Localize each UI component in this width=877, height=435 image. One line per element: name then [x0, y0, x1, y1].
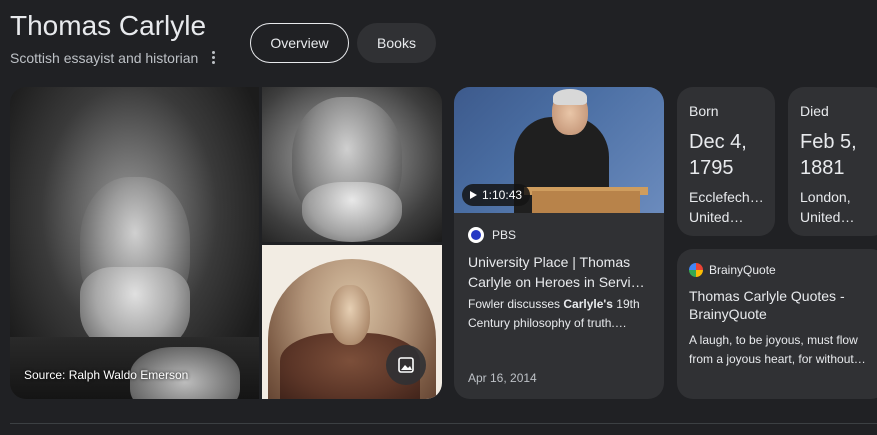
- page-title: Thomas Carlyle: [10, 10, 207, 41]
- born-place-line2: United…: [689, 209, 744, 225]
- born-date: Dec 4, 1795: [689, 131, 747, 179]
- video-duration-badge: 1:10:43: [462, 184, 531, 206]
- video-thumbnail[interactable]: 1:10:43: [454, 87, 664, 213]
- video-source-row: PBS: [468, 227, 516, 243]
- died-date: Feb 5, 1881: [800, 131, 857, 179]
- image-icon: [398, 357, 414, 373]
- video-title[interactable]: University Place | Thomas Carlyle on Her…: [468, 252, 653, 292]
- died-label: Died: [800, 103, 829, 119]
- quote-title[interactable]: Thomas Carlyle Quotes - BrainyQuote: [689, 287, 874, 323]
- tab-overview[interactable]: Overview: [250, 23, 349, 63]
- sepia-face: [330, 285, 370, 345]
- snippet-text-pre: Fowler discusses: [468, 297, 564, 311]
- closeup-beard: [302, 182, 402, 242]
- born-place-line1: Ecclefech…: [689, 189, 764, 205]
- video-card[interactable]: 1:10:43 PBS University Place | Thomas Ca…: [454, 87, 664, 399]
- play-icon: [470, 191, 477, 199]
- video-date: Apr 16, 2014: [468, 371, 537, 385]
- thumbnail-podium: [532, 191, 640, 213]
- quote-source-name: BrainyQuote: [709, 263, 776, 277]
- image-source-caption: Source: Ralph Waldo Emerson: [24, 368, 189, 382]
- section-divider: [10, 423, 877, 424]
- died-place-line1: London,: [800, 189, 851, 205]
- quote-source-row: BrainyQuote: [689, 263, 776, 277]
- born-label: Born: [689, 103, 719, 119]
- pbs-logo-icon: [468, 227, 484, 243]
- snippet-highlight: Carlyle's: [563, 297, 613, 311]
- more-options-icon[interactable]: [206, 48, 220, 66]
- born-card[interactable]: Born Dec 4, 1795 Ecclefech… United…: [677, 87, 775, 236]
- video-duration: 1:10:43: [482, 188, 523, 202]
- main-portrait-image[interactable]: Source: Ralph Waldo Emerson: [10, 87, 259, 399]
- brainyquote-logo-icon: [689, 263, 703, 277]
- quote-card[interactable]: BrainyQuote Thomas Carlyle Quotes - Brai…: [677, 249, 877, 399]
- tab-books[interactable]: Books: [357, 23, 436, 63]
- quote-text: A laugh, to be joyous, must flow from a …: [689, 333, 866, 366]
- more-images-button[interactable]: [386, 345, 426, 385]
- died-place-line2: United…: [800, 209, 855, 225]
- portrait-closeup-image[interactable]: [262, 87, 442, 242]
- thumbnail-hair: [553, 89, 587, 105]
- page-subtitle: Scottish essayist and historian: [10, 50, 199, 66]
- video-source-name: PBS: [492, 228, 517, 242]
- video-snippet: Fowler discusses Carlyle's 19th Century …: [468, 295, 653, 333]
- died-card[interactable]: Died Feb 5, 1881 London, United…: [788, 87, 877, 236]
